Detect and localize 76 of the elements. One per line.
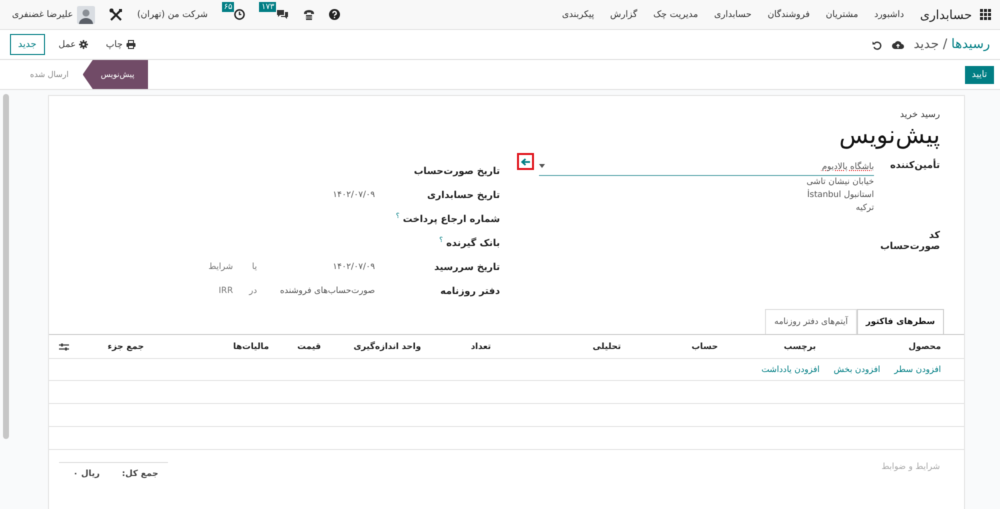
total-amount: ریال ۰ xyxy=(73,469,100,479)
message-count-badge: ۱۷۳ xyxy=(259,2,276,12)
field-label: تاریخ سررسید xyxy=(434,262,500,272)
field-label: شماره ارجاع پرداخت xyxy=(402,214,500,226)
document-title: پیش‌نویس xyxy=(838,121,940,149)
field-label: تاریخ حسابداری xyxy=(427,190,500,200)
menu-item[interactable]: پیکربندی xyxy=(562,10,594,20)
address-line: استانبول İstanbul xyxy=(806,189,874,202)
column-header[interactable]: قیمت xyxy=(269,342,321,352)
total-label: جمع کل: xyxy=(122,469,158,479)
add-line-link[interactable]: افزودن بخش xyxy=(834,364,880,374)
field-label: دفتر روزنامه xyxy=(440,286,500,296)
apps-grid-icon[interactable] xyxy=(980,8,992,20)
clock-icon[interactable] xyxy=(234,9,246,20)
notebook-tab[interactable]: آیتم‌های دفتر روزنامه xyxy=(765,309,857,334)
scrollbar[interactable] xyxy=(3,94,9,439)
tools-icon[interactable] xyxy=(109,8,124,22)
add-line-link[interactable]: افزودن یادداشت xyxy=(761,364,820,374)
field-value[interactable]: صورت‌حساب‌های فروشنده xyxy=(280,286,375,296)
connector-text: در xyxy=(248,286,257,296)
column-settings-icon[interactable] xyxy=(59,342,69,350)
new-button[interactable]: جدید xyxy=(10,34,44,55)
address-line: ترکیه xyxy=(854,202,874,215)
menu-item[interactable]: داشبورد xyxy=(874,10,904,20)
column-header[interactable]: جمع جزء xyxy=(74,342,144,352)
user-avatar[interactable] xyxy=(77,6,96,24)
address-line: خیابان نیشان تاشی xyxy=(805,176,874,189)
field-label: تاریخ صورت‌حساب xyxy=(414,166,500,176)
supplier-field[interactable]: باشگاه پالادیوم xyxy=(539,159,874,176)
arrow-icon xyxy=(521,158,530,166)
action-button[interactable]: عمل xyxy=(54,40,92,50)
status-stage[interactable]: پیش‌نویس xyxy=(82,60,148,89)
menu-item[interactable]: فروشندگان xyxy=(768,10,810,20)
help-tooltip-mark[interactable]: ؟ xyxy=(396,212,400,220)
caret-icon[interactable] xyxy=(539,164,545,168)
column-header[interactable]: محصول xyxy=(816,342,941,352)
column-header[interactable]: برچسب xyxy=(718,342,816,352)
column-header[interactable]: مالیات‌ها xyxy=(144,342,269,352)
field-value[interactable]: IRR xyxy=(218,286,233,296)
printer-icon xyxy=(126,40,136,49)
supplier-link[interactable]: باشگاه پالادیوم xyxy=(822,162,874,172)
help-tooltip-mark[interactable]: ؟ xyxy=(439,236,443,244)
internal-link-button[interactable] xyxy=(517,153,534,170)
column-header[interactable]: واحد اندازه‌گیری xyxy=(321,342,421,352)
user-name[interactable]: علیرضا غضنفری xyxy=(12,10,74,20)
menu-item[interactable]: حسابداری xyxy=(714,10,752,20)
add-line-link[interactable]: افزودن سطر xyxy=(894,364,941,374)
column-header[interactable]: حساب xyxy=(621,342,718,352)
field-value[interactable]: شرایط xyxy=(208,262,233,272)
confirm-button[interactable]: تایید xyxy=(964,66,994,84)
notebook-tab[interactable]: سطرهای فاکتور xyxy=(856,309,944,334)
breadcrumb-current: جدید xyxy=(914,37,939,52)
document-type-label: رسید خرید xyxy=(899,110,940,120)
column-header[interactable]: تعداد xyxy=(421,342,491,352)
column-header[interactable]: تحلیلی xyxy=(491,342,621,352)
menu-item[interactable]: مشتریان xyxy=(826,10,858,20)
menu-item[interactable]: گزارش xyxy=(610,10,638,20)
field-label: کد صورت‌حساب xyxy=(879,229,940,252)
field-value[interactable]: ۱۴۰۲/۰۷/۰۹ xyxy=(332,262,375,272)
connector-text: یا xyxy=(251,262,257,272)
field-label: تأمین‌کننده xyxy=(889,159,940,171)
phone-icon[interactable] xyxy=(303,8,316,20)
breadcrumb-link[interactable]: رسیدها xyxy=(951,37,990,52)
help-icon[interactable] xyxy=(329,9,340,20)
app-name[interactable]: حسابداری xyxy=(920,7,972,22)
company-switcher[interactable]: شرکت من (تهران) xyxy=(137,10,208,20)
breadcrumb-separator: / xyxy=(942,37,948,52)
print-button[interactable]: چاپ xyxy=(102,40,140,50)
field-label: بانک گیرنده xyxy=(446,238,500,250)
chat-icon[interactable] xyxy=(276,9,290,20)
field-value[interactable]: ۱۴۰۲/۰۷/۰۹ xyxy=(332,190,375,200)
menu-item[interactable]: مدیریت چک xyxy=(653,10,698,20)
activity-count-badge: ۶۵ xyxy=(222,2,234,12)
cloud-upload-icon[interactable] xyxy=(892,40,904,49)
undo-icon[interactable] xyxy=(872,40,882,50)
gear-icon xyxy=(78,40,88,49)
